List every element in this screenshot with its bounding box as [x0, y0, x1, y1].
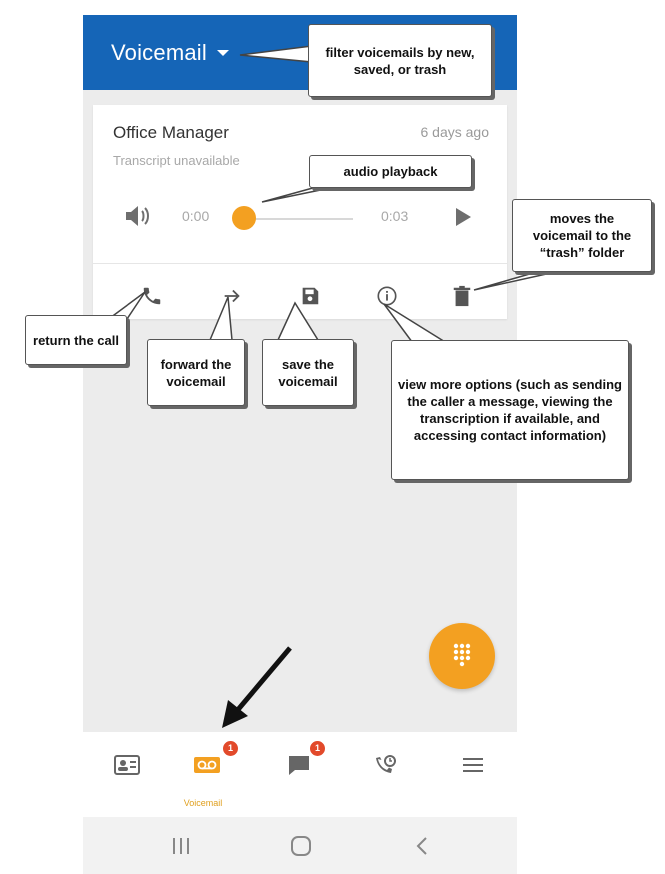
- bottom-nav: 1 Voicemail 1: [83, 732, 517, 817]
- info-icon: [377, 286, 397, 306]
- menu-icon: [463, 758, 483, 772]
- dialpad-button[interactable]: [429, 623, 495, 689]
- play-icon[interactable]: [456, 208, 471, 226]
- divider: [93, 263, 507, 264]
- callout-trash: moves the voicemail to the “trash” folde…: [512, 199, 652, 272]
- voicemail-icon: [194, 757, 220, 773]
- transcript-status: Transcript unavailable: [113, 153, 240, 168]
- callout-audio: audio playback: [309, 155, 472, 188]
- trash-icon: [453, 285, 471, 307]
- caller-name: Office Manager: [113, 123, 229, 142]
- phone-icon: [143, 287, 161, 305]
- elapsed-time: 0:00: [182, 208, 210, 224]
- back-icon[interactable]: [415, 836, 429, 856]
- speaker-icon[interactable]: [123, 204, 151, 228]
- messages-badge: 1: [310, 741, 325, 756]
- caret-down-icon[interactable]: [217, 50, 229, 56]
- save-button[interactable]: [295, 281, 325, 311]
- callout-save: save the voicemail: [262, 339, 354, 406]
- call-history-icon: [376, 755, 396, 773]
- system-nav-bar: [83, 817, 517, 874]
- callout-return-call: return the call: [25, 315, 127, 365]
- chat-icon: [289, 756, 309, 775]
- nav-voicemail[interactable]: [187, 750, 227, 780]
- dialpad-icon: [453, 643, 471, 667]
- callout-filter: filter voicemails by new, saved, or tras…: [308, 24, 492, 97]
- seek-knob[interactable]: [232, 206, 256, 230]
- arrow-right-icon: [224, 289, 240, 303]
- seek-track[interactable]: [243, 218, 353, 220]
- nav-voicemail-label[interactable]: Voicemail: [173, 798, 233, 808]
- nav-menu[interactable]: [453, 750, 493, 780]
- voicemail-card[interactable]: Office Manager 6 days ago Transcript una…: [93, 105, 507, 319]
- voicemail-age: 6 days ago: [420, 124, 490, 140]
- info-button[interactable]: [372, 281, 402, 311]
- save-icon: [302, 287, 319, 305]
- nav-contacts[interactable]: [107, 750, 147, 780]
- forward-button[interactable]: [217, 281, 247, 311]
- return-call-button[interactable]: [137, 281, 167, 311]
- contacts-icon: [114, 755, 140, 775]
- voicemail-badge: 1: [223, 741, 238, 756]
- home-icon[interactable]: [290, 835, 312, 857]
- nav-call-history[interactable]: [366, 750, 406, 780]
- page-title[interactable]: Voicemail: [111, 40, 207, 66]
- duration-time: 0:03: [381, 208, 409, 224]
- callout-forward: forward the voicemail: [147, 339, 245, 406]
- recents-icon[interactable]: [171, 837, 191, 855]
- delete-button[interactable]: [447, 281, 477, 311]
- callout-options: view more options (such as sending the c…: [391, 340, 629, 480]
